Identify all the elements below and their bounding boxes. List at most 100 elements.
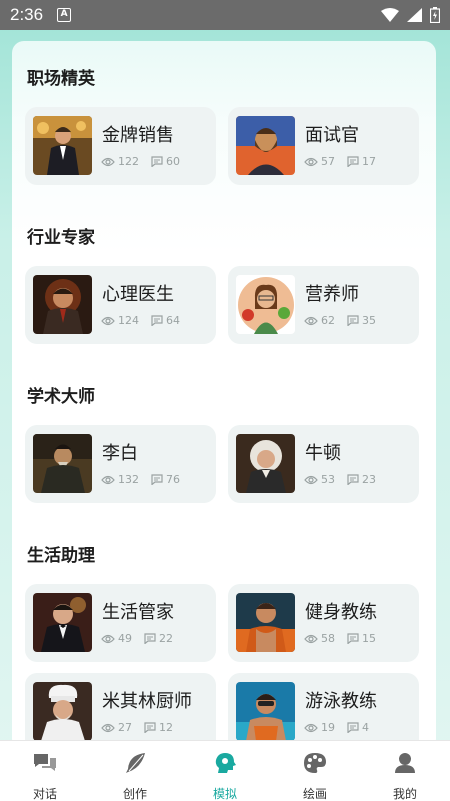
- tab-label: 对话: [32, 787, 57, 801]
- comment-icon: [347, 633, 359, 644]
- tab-label: 模拟: [212, 787, 237, 801]
- role-card-butler[interactable]: 生活管家 49 22: [25, 584, 216, 662]
- role-card-newton[interactable]: 牛顿 53 23: [228, 425, 419, 503]
- role-card-interviewer[interactable]: 面试官 57 17: [228, 107, 419, 185]
- user-icon: [395, 753, 415, 773]
- comment-count: 15: [362, 632, 376, 645]
- view-count: 19: [321, 721, 335, 734]
- comment-icon: [347, 156, 359, 167]
- role-name: 营养师: [305, 284, 359, 305]
- role-name: 心理医生: [102, 284, 174, 305]
- palette-icon: [304, 753, 326, 773]
- comment-count: 4: [362, 721, 369, 734]
- tab-profile[interactable]: 我的: [360, 741, 450, 801]
- comment-icon: [347, 474, 359, 485]
- role-name: 游泳教练: [305, 691, 377, 712]
- role-stats: 27 12: [101, 721, 185, 734]
- signal-icon: [407, 8, 422, 22]
- role-stats: 58 15: [304, 632, 388, 645]
- view-count: 122: [118, 155, 139, 168]
- tab-create[interactable]: 创作: [90, 741, 180, 801]
- avatar: [33, 116, 92, 175]
- eye-icon: [304, 634, 318, 643]
- view-count: 62: [321, 314, 335, 327]
- comment-icon: [144, 633, 156, 644]
- tab-label: 绘画: [302, 787, 327, 801]
- section-title-life: 生活助理: [27, 546, 95, 566]
- role-card-sales[interactable]: 金牌销售 122 60: [25, 107, 216, 185]
- section-title-academic: 学术大师: [27, 387, 95, 407]
- tab-chat[interactable]: 对话: [0, 741, 90, 801]
- comment-count: 35: [362, 314, 376, 327]
- view-count: 58: [321, 632, 335, 645]
- comment-count: 22: [159, 632, 173, 645]
- app-indicator-icon: A: [57, 8, 72, 22]
- avatar: [236, 434, 295, 493]
- feather-icon: [126, 753, 145, 773]
- head-icon: [215, 753, 236, 773]
- role-stats: 53 23: [304, 473, 388, 486]
- eye-icon: [304, 316, 318, 325]
- view-count: 124: [118, 314, 139, 327]
- view-count: 27: [118, 721, 132, 734]
- comment-icon: [151, 156, 163, 167]
- view-count: 132: [118, 473, 139, 486]
- eye-icon: [304, 723, 318, 732]
- status-bar: 2:36 A: [0, 0, 450, 30]
- role-name: 米其林厨师: [102, 691, 192, 712]
- role-card-psychologist[interactable]: 心理医生 124 64: [25, 266, 216, 344]
- tab-label: 创作: [122, 787, 147, 801]
- avatar: [236, 275, 295, 334]
- eye-icon: [304, 157, 318, 166]
- eye-icon: [101, 157, 115, 166]
- role-name: 生活管家: [102, 602, 174, 623]
- comment-count: 17: [362, 155, 376, 168]
- view-count: 49: [118, 632, 132, 645]
- comment-icon: [144, 722, 156, 733]
- role-panel: 职场精英 金牌销售 122 60 面试官 57 17 行业专家 心理医生 124…: [12, 41, 436, 751]
- eye-icon: [101, 475, 115, 484]
- avatar: [33, 275, 92, 334]
- comment-icon: [347, 315, 359, 326]
- battery-icon: [430, 7, 440, 23]
- tab-paint[interactable]: 绘画: [270, 741, 360, 801]
- wifi-icon: [381, 8, 399, 22]
- section-title-experts: 行业专家: [27, 228, 95, 248]
- avatar: [236, 682, 295, 741]
- eye-icon: [101, 723, 115, 732]
- role-name: 牛顿: [305, 443, 341, 464]
- comment-icon: [347, 722, 359, 733]
- comment-count: 76: [166, 473, 180, 486]
- role-stats: 19 4: [304, 721, 381, 734]
- avatar: [236, 593, 295, 652]
- comment-count: 12: [159, 721, 173, 734]
- avatar: [33, 593, 92, 652]
- role-name: 健身教练: [305, 602, 377, 623]
- view-count: 53: [321, 473, 335, 486]
- eye-icon: [101, 634, 115, 643]
- role-stats: 132 76: [101, 473, 192, 486]
- view-count: 57: [321, 155, 335, 168]
- role-name: 金牌销售: [102, 125, 174, 146]
- avatar: [33, 434, 92, 493]
- comment-icon: [151, 315, 163, 326]
- eye-icon: [304, 475, 318, 484]
- tab-simulate[interactable]: 模拟: [180, 741, 270, 801]
- avatar: [236, 116, 295, 175]
- bottom-tab-bar: 对话 创作 模拟 绘画 我的: [0, 740, 450, 801]
- comment-count: 23: [362, 473, 376, 486]
- role-card-li-bai[interactable]: 李白 132 76: [25, 425, 216, 503]
- role-stats: 57 17: [304, 155, 388, 168]
- eye-icon: [101, 316, 115, 325]
- role-card-fitness-coach[interactable]: 健身教练 58 15: [228, 584, 419, 662]
- comment-count: 60: [166, 155, 180, 168]
- comment-icon: [151, 474, 163, 485]
- role-name: 李白: [102, 443, 138, 464]
- role-card-nutritionist[interactable]: 营养师 62 35: [228, 266, 419, 344]
- chat-icon: [34, 754, 56, 771]
- tab-label: 我的: [392, 787, 417, 801]
- section-title-career: 职场精英: [27, 69, 95, 89]
- comment-count: 64: [166, 314, 180, 327]
- role-stats: 62 35: [304, 314, 388, 327]
- role-stats: 49 22: [101, 632, 185, 645]
